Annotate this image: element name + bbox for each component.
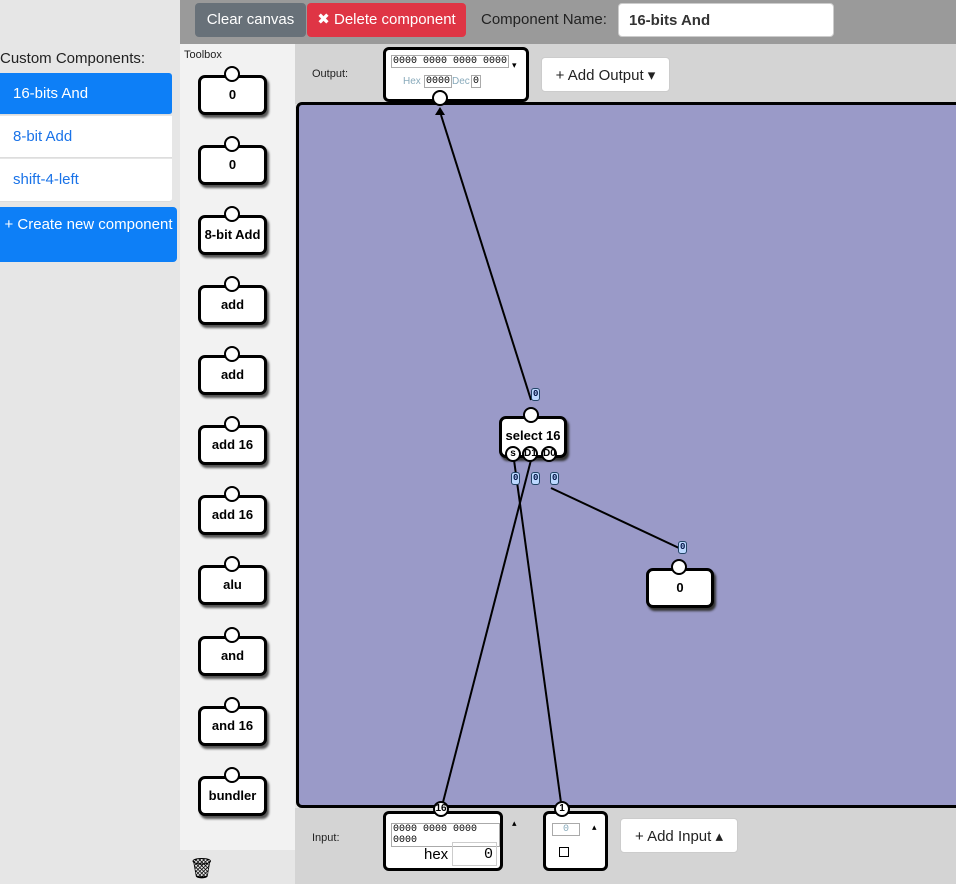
output-dec-value: 0 xyxy=(471,75,482,88)
input-hex-label: hex xyxy=(424,846,449,863)
output-pin[interactable] xyxy=(432,90,448,106)
input-hex-field[interactable]: 0 xyxy=(452,842,497,866)
input-1-pin[interactable]: 1 xyxy=(554,801,570,817)
output-bits-display: 0000 0000 0000 0000 xyxy=(391,55,510,68)
wire-const-to-d0 xyxy=(550,487,680,549)
constant-output-value: 0 xyxy=(678,541,688,554)
output-box[interactable]: 0000 0000 0000 0000 ▾ Hex 0000 Dec 0 xyxy=(383,47,529,102)
select-s-value: 0 xyxy=(511,472,521,485)
output-hex-label: Hex xyxy=(403,76,421,87)
wire-input1-to-s xyxy=(513,459,563,811)
constant-node-label: 0 xyxy=(676,580,684,595)
constant-output-pin[interactable] xyxy=(671,559,687,575)
select-d1-value: 0 xyxy=(531,472,541,485)
select-d0-value: 0 xyxy=(550,472,560,485)
wires-layer xyxy=(440,114,680,811)
select-16-pin-d1[interactable]: D1 xyxy=(522,446,538,462)
input-1-box[interactable]: 0 ▴ xyxy=(543,811,608,871)
output-chevron-icon[interactable]: ▾ xyxy=(512,60,517,71)
select-output-value: 0 xyxy=(531,388,541,401)
input-1-checkbox[interactable] xyxy=(559,847,569,857)
output-arrow-icon xyxy=(435,107,445,115)
output-dec-label: Dec xyxy=(452,76,470,87)
select-16-label: select 16 xyxy=(505,428,561,443)
input-16-box[interactable]: 0000 0000 0000 0000 hex 0 xyxy=(383,811,503,871)
input-16-pin[interactable]: 16 xyxy=(433,801,449,817)
select-16-output-pin[interactable] xyxy=(523,407,539,423)
input-1-value-field[interactable]: 0 xyxy=(552,823,580,836)
input-16-chevron-icon[interactable]: ▴ xyxy=(512,818,517,829)
input-1-chevron-icon[interactable]: ▴ xyxy=(592,822,597,833)
add-output-button[interactable]: + Add Output ▾ xyxy=(541,57,670,92)
select-16-pin-s[interactable]: s xyxy=(505,446,521,462)
wire-input16-to-d1 xyxy=(440,459,532,811)
output-hex-value: 0000 xyxy=(424,75,453,88)
wire-select-to-output xyxy=(440,114,532,401)
select-16-pin-d0[interactable]: D0 xyxy=(541,446,557,462)
add-input-button[interactable]: + Add Input ▴ xyxy=(620,818,738,853)
